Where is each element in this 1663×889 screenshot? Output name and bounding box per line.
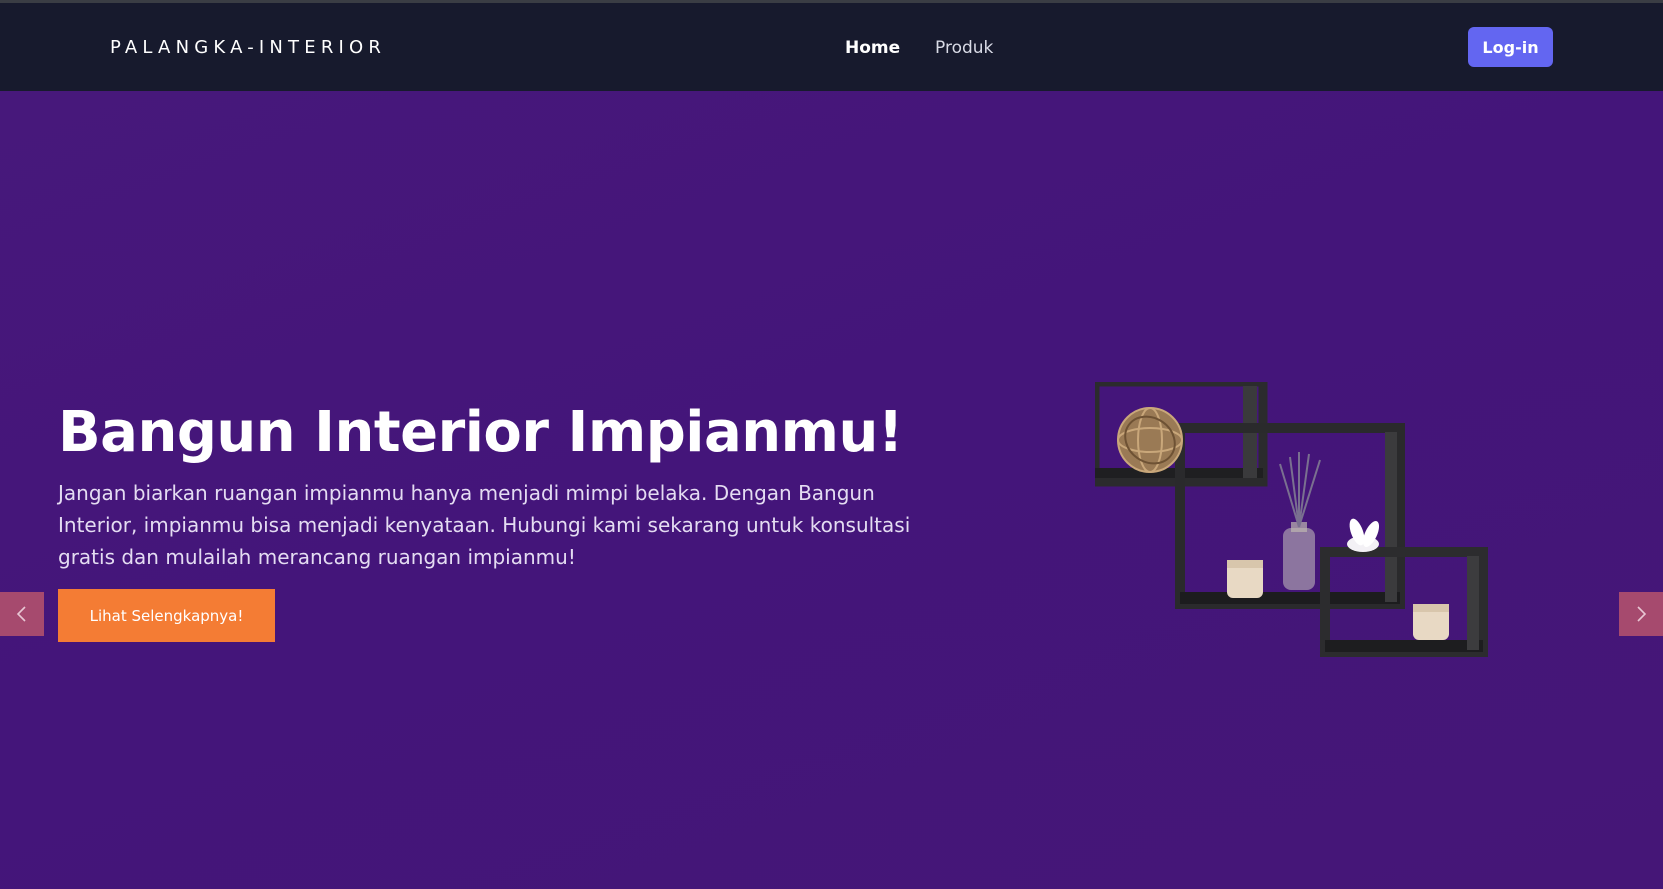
candle-jar-right [1413, 604, 1449, 640]
carousel-prev-button[interactable] [0, 592, 44, 636]
carousel-next-button[interactable] [1619, 592, 1663, 636]
wall-shelf-decor-image [1095, 382, 1488, 657]
nav-link-produk[interactable]: Produk [935, 38, 993, 58]
lavender-vase-decor [1279, 452, 1321, 590]
chevron-right-icon [1637, 606, 1647, 622]
see-more-button[interactable]: Lihat Selengkapnya! [58, 589, 275, 642]
hero-carousel: Bangun Interior Impianmu! Jangan biarkan… [0, 91, 1663, 889]
hero-description: Jangan biarkan ruangan impianmu hanya me… [58, 481, 911, 569]
chevron-left-icon [16, 606, 26, 622]
nav-links: Home Produk [0, 38, 1663, 62]
login-button[interactable]: Log-in [1468, 27, 1553, 67]
white-flower-decor [1347, 518, 1380, 552]
navbar: PALANGKA-INTERIOR Home Produk Log-in [0, 3, 1663, 91]
candle-jar-left [1227, 560, 1263, 598]
rattan-ball-decor [1117, 407, 1183, 473]
hero-title: Bangun Interior Impianmu! [58, 400, 903, 465]
nav-link-home[interactable]: Home [845, 38, 900, 58]
